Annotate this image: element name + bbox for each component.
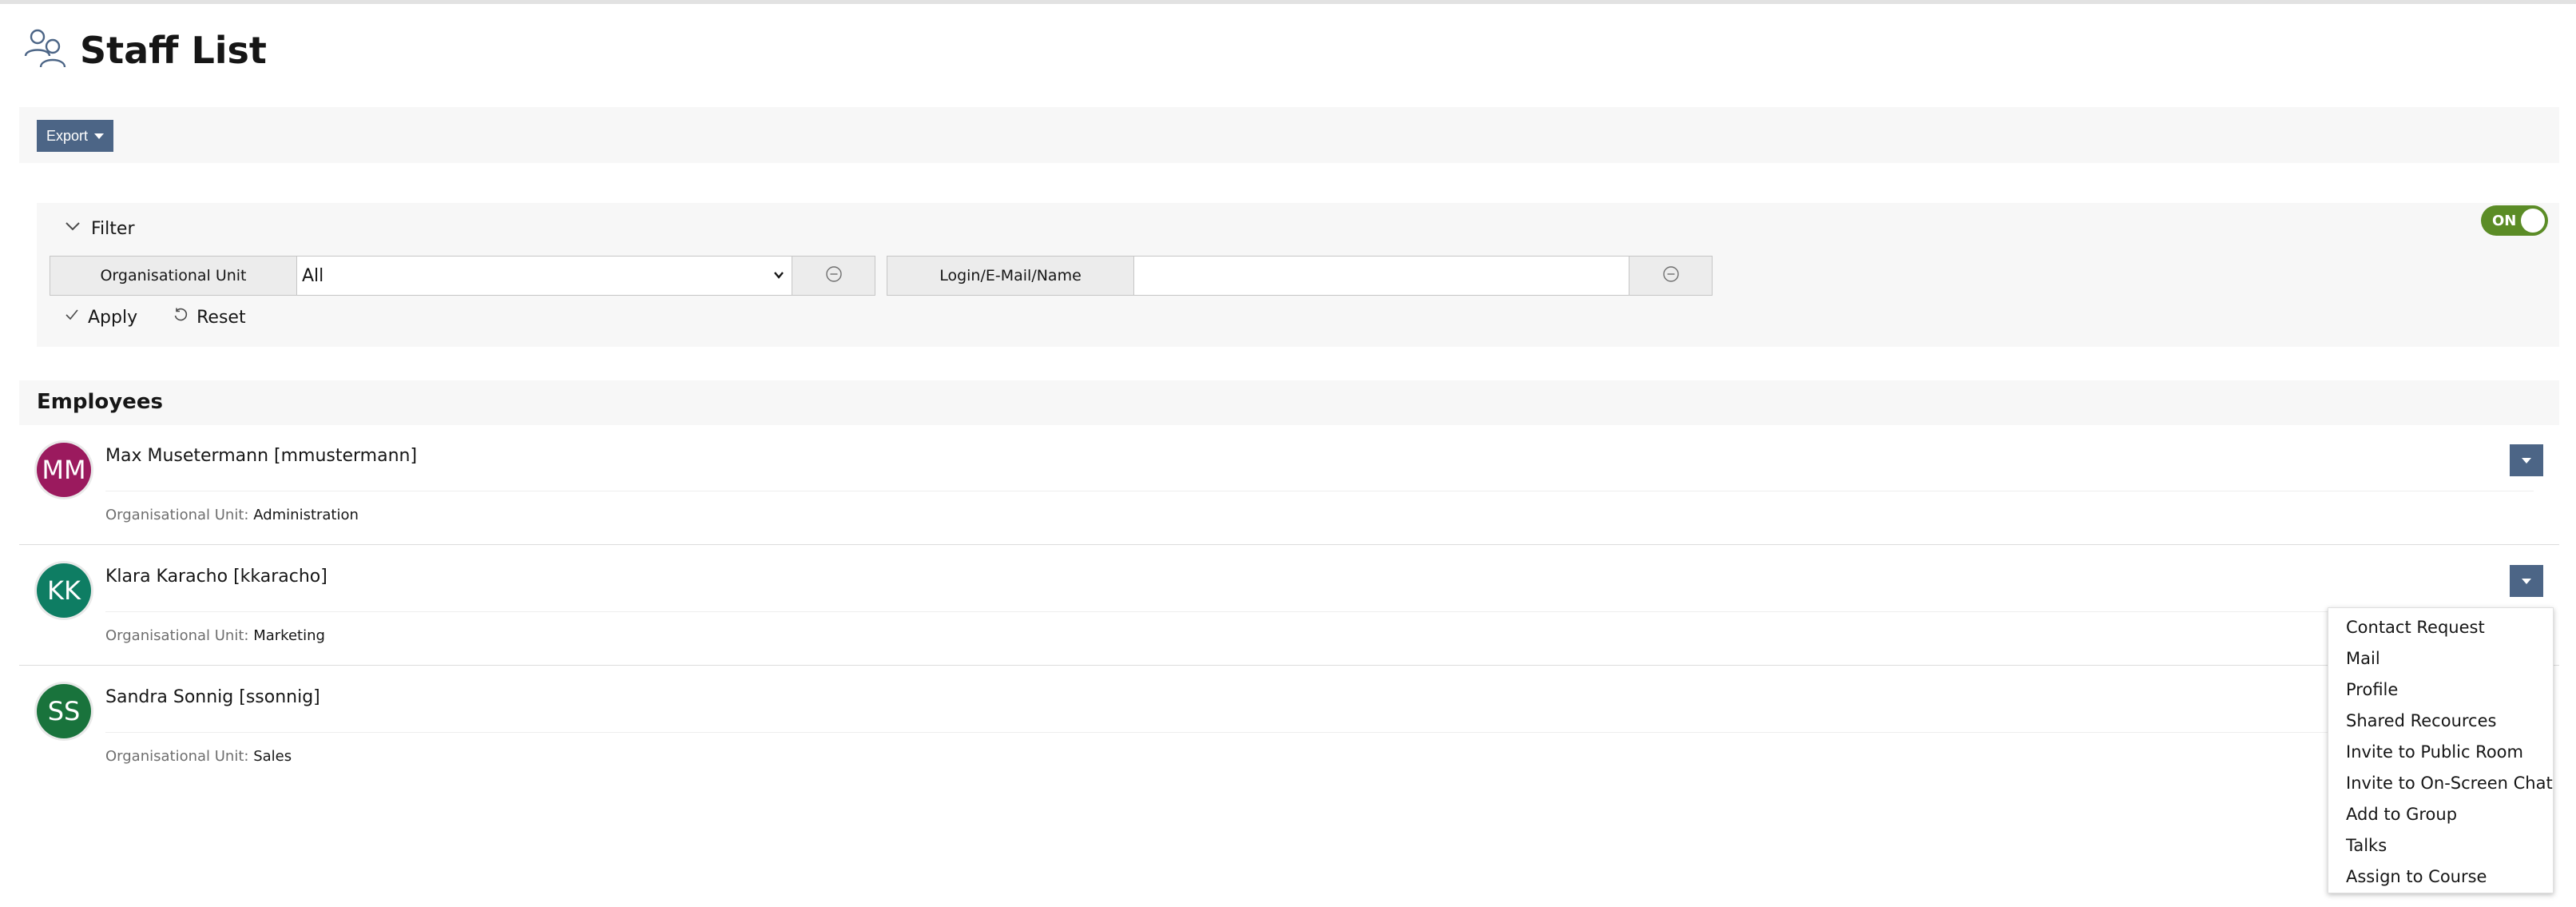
organisational-unit-select[interactable]: All bbox=[297, 256, 792, 296]
filter-title: Filter bbox=[91, 218, 135, 239]
chevron-down-icon bbox=[64, 217, 81, 240]
employee-row: SS Sandra Sonnig [ssonnig] Organisationa… bbox=[19, 666, 2559, 786]
menu-item-invite-public-room[interactable]: Invite to Public Room bbox=[2328, 736, 2553, 767]
ou-value: Administration bbox=[253, 507, 359, 523]
toggle-label: ON bbox=[2492, 212, 2517, 229]
employee-row: KK Klara Karacho [kkaracho] Organisation… bbox=[19, 546, 2559, 666]
filter-field-label: Organisational Unit bbox=[50, 256, 297, 296]
employee-name: Sandra Sonnig [ssonnig] bbox=[105, 687, 320, 707]
apply-label: Apply bbox=[88, 307, 138, 328]
toolbar: Export bbox=[19, 107, 2559, 163]
employee-name: Klara Karacho [kkaracho] bbox=[105, 567, 327, 587]
filter-on-off-toggle[interactable]: ON bbox=[2481, 205, 2548, 236]
chevron-down-icon bbox=[772, 266, 785, 286]
menu-item-profile[interactable]: Profile bbox=[2328, 674, 2553, 705]
ou-label: Organisational Unit: bbox=[105, 748, 249, 765]
select-value: All bbox=[302, 265, 324, 286]
menu-item-contact-request[interactable]: Contact Request bbox=[2328, 611, 2553, 642]
toggle-knob bbox=[2521, 209, 2545, 233]
employees-title: Employees bbox=[37, 390, 163, 414]
employee-organisational-unit: Organisational Unit: Administration bbox=[105, 507, 359, 523]
remove-filter-button[interactable] bbox=[792, 256, 875, 296]
divider bbox=[105, 732, 2534, 733]
employee-name: Max Musetermann [mmustermann] bbox=[105, 446, 418, 466]
employee-organisational-unit: Organisational Unit: Marketing bbox=[105, 627, 325, 644]
filter-actions: Apply Reset bbox=[64, 307, 246, 328]
filter-panel: Filter ON Organisational Unit All Login/… bbox=[37, 203, 2559, 347]
page-header: Staff List bbox=[22, 22, 267, 78]
minus-circle-icon bbox=[1662, 265, 1680, 286]
ou-label: Organisational Unit: bbox=[105, 507, 249, 523]
login-email-name-input[interactable] bbox=[1134, 256, 1629, 296]
menu-item-invite-on-screen-chat[interactable]: Invite to On-Screen Chat bbox=[2328, 767, 2553, 798]
menu-item-mail[interactable]: Mail bbox=[2328, 642, 2553, 674]
employee-actions-button[interactable] bbox=[2510, 565, 2543, 597]
employee-actions-button[interactable] bbox=[2510, 444, 2543, 476]
menu-item-add-to-group[interactable]: Add to Group bbox=[2328, 798, 2553, 829]
employee-organisational-unit: Organisational Unit: Sales bbox=[105, 748, 292, 765]
employee-actions-menu: Contact Request Mail Profile Shared Reco… bbox=[2328, 607, 2554, 893]
apply-button[interactable]: Apply bbox=[64, 307, 137, 328]
filter-field-label: Login/E-Mail/Name bbox=[887, 256, 1134, 296]
reset-icon bbox=[173, 307, 189, 328]
ou-label: Organisational Unit: bbox=[105, 627, 249, 644]
caret-down-icon bbox=[2522, 457, 2531, 463]
divider bbox=[105, 611, 2534, 612]
menu-item-shared-resources[interactable]: Shared Recources bbox=[2328, 705, 2553, 736]
top-border bbox=[0, 0, 2576, 4]
reset-button[interactable]: Reset bbox=[173, 307, 246, 328]
caret-down-icon bbox=[2522, 578, 2531, 584]
caret-down-icon bbox=[94, 133, 105, 139]
filter-login-email-name: Login/E-Mail/Name bbox=[887, 256, 1713, 296]
employees-header: Employees bbox=[19, 380, 2559, 425]
users-icon bbox=[22, 24, 72, 77]
remove-filter-button[interactable] bbox=[1629, 256, 1713, 296]
export-button[interactable]: Export bbox=[37, 120, 113, 152]
reset-label: Reset bbox=[196, 307, 246, 328]
avatar: MM bbox=[37, 443, 91, 497]
check-icon bbox=[64, 307, 80, 328]
avatar: SS bbox=[37, 684, 91, 738]
minus-circle-icon bbox=[825, 265, 843, 286]
ou-value: Sales bbox=[253, 748, 292, 765]
page-title: Staff List bbox=[80, 29, 267, 72]
menu-item-assign-to-course[interactable]: Assign to Course bbox=[2328, 861, 2553, 892]
employee-row: MM Max Musetermann [mmustermann] Organis… bbox=[19, 425, 2559, 545]
ou-value: Marketing bbox=[253, 627, 325, 644]
avatar: KK bbox=[37, 563, 91, 618]
export-button-label: Export bbox=[46, 127, 89, 144]
filter-organisational-unit: Organisational Unit All bbox=[50, 256, 875, 296]
filter-collapse-toggle[interactable]: Filter bbox=[64, 214, 134, 243]
menu-item-talks[interactable]: Talks bbox=[2328, 829, 2553, 861]
